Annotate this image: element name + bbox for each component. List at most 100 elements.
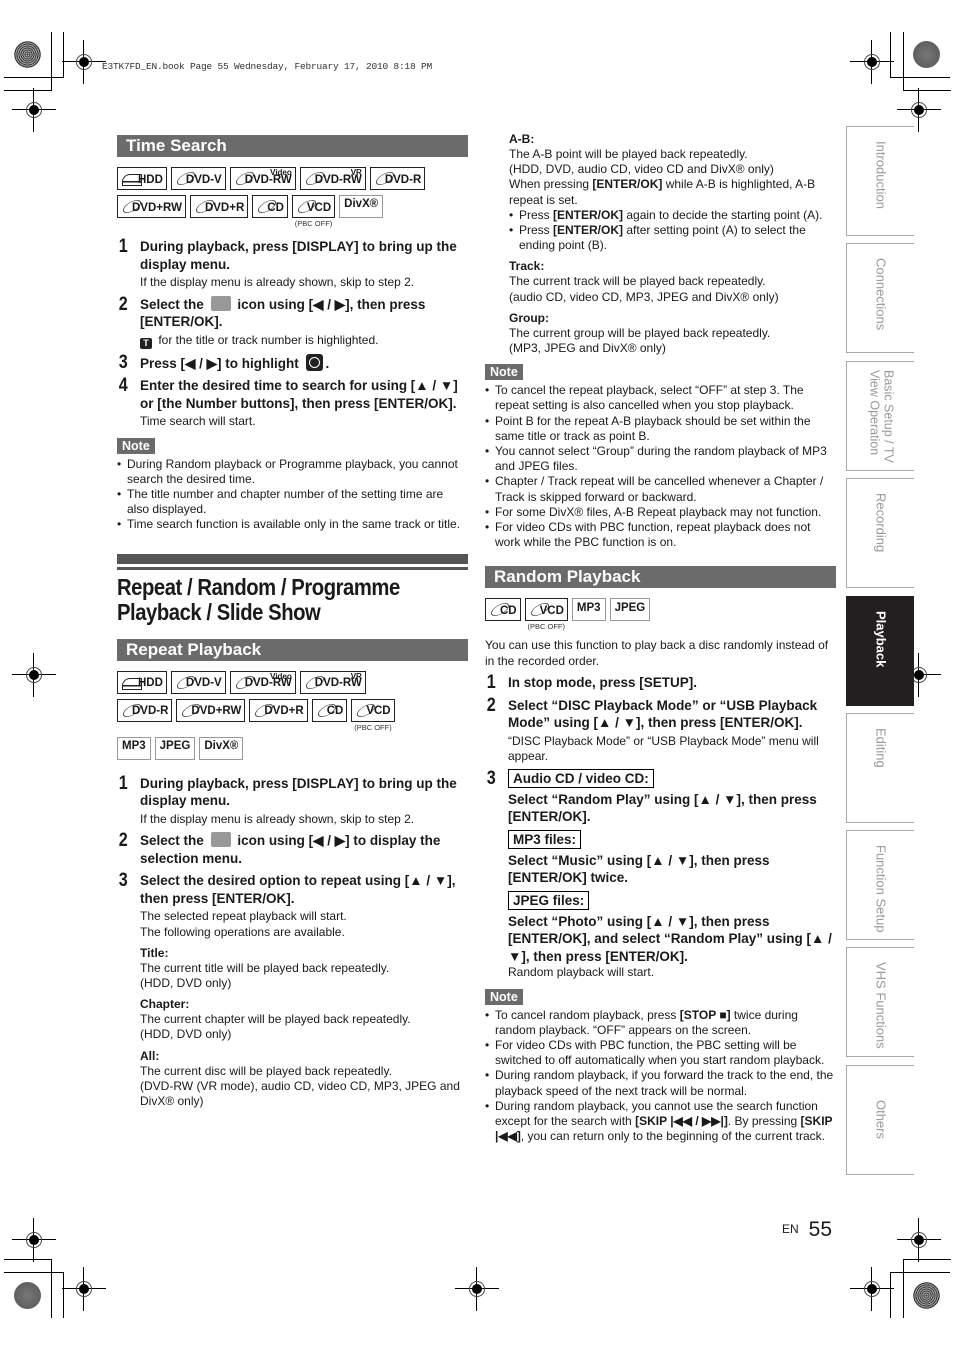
- intro-text: You can use this function to play back a…: [485, 638, 829, 668]
- side-tab-label: Introduction: [873, 141, 889, 209]
- side-tab-label: Editing: [873, 728, 889, 768]
- media-badge-label: VCD: [366, 705, 391, 718]
- media-badge-mp3: MP3: [117, 736, 151, 760]
- side-tab-label: Playback: [873, 611, 889, 668]
- media-badge-label: DVD+R: [264, 705, 304, 718]
- step-number: 2: [486, 694, 496, 716]
- media-badge-label: CD: [500, 604, 517, 617]
- note-list: To cancel random playback, press [STOP ■…: [485, 1008, 836, 1145]
- clock-icon: [305, 353, 323, 371]
- media-badge-mode: Video: [270, 671, 292, 681]
- text: To cancel random playback, press: [495, 1007, 680, 1022]
- side-tab-others[interactable]: Others: [846, 1065, 914, 1175]
- media-badge-label: DivX®: [204, 739, 239, 752]
- language-code: EN: [782, 1222, 799, 1236]
- step-instruction: During playback, press [DISPLAY] to brin…: [140, 775, 457, 809]
- option-desc: The current track will be played back re…: [509, 274, 766, 289]
- right-column: A-B: The A-B point will be played back r…: [485, 132, 836, 1144]
- media-badge-label: CD: [267, 201, 284, 214]
- bullet-item: Press [ENTER/OK] again to decide the sta…: [509, 208, 836, 223]
- side-tab-playback[interactable]: Playback: [846, 596, 914, 706]
- media-badge-divx-: DivX®: [339, 195, 384, 218]
- media-badge-label: JPEG: [159, 739, 191, 752]
- crop-mark: [903, 32, 904, 91]
- option-desc: The current title will be played back re…: [140, 960, 390, 975]
- registration-mark-icon: [12, 1218, 56, 1262]
- media-badge-label: VCD: [306, 201, 332, 214]
- media-badge-wrap: CD: [311, 698, 348, 722]
- media-badge-wrap: VCD (PBC OFF): [351, 698, 395, 732]
- step-instruction: Enter the desired time to search for usi…: [140, 378, 458, 411]
- section-heading-time-search: Time Search: [117, 135, 468, 157]
- side-tab-label: Function Setup: [873, 845, 889, 933]
- step-number: 3: [118, 870, 128, 892]
- media-badge-wrap: DVD+RW: [117, 195, 186, 218]
- step-number: 1: [486, 671, 496, 693]
- step-number: 2: [118, 830, 128, 852]
- option-desc: (audio CD, video CD, MP3, JPEG and DivX®…: [509, 289, 779, 304]
- side-tab-vhs-functions[interactable]: VHS Functions: [846, 947, 914, 1057]
- option-desc: (HDD, DVD only): [140, 975, 232, 990]
- step-note: Time search will start.: [140, 414, 256, 428]
- text: again to decide the starting point (A).: [623, 207, 823, 222]
- step-text: Select the: [140, 833, 204, 849]
- repeat-options-continued: A-B: The A-B point will be played back r…: [485, 132, 836, 356]
- option-title: Title:: [140, 945, 169, 960]
- step-instruction: Select “DISC Playback Mode” or “USB Play…: [508, 697, 818, 731]
- media-badge-note: (PBC OFF): [294, 219, 333, 228]
- media-badge-jpeg: JPEG: [154, 736, 196, 760]
- media-badge-label: DVD+RW: [191, 705, 242, 718]
- side-tab-connections[interactable]: Connections: [846, 243, 914, 353]
- side-tab-recording[interactable]: Recording: [846, 478, 914, 588]
- registration-mark-icon: [62, 40, 106, 84]
- media-badge-label: JPEG: [614, 601, 646, 614]
- case-label: Audio CD / video CD:: [508, 768, 654, 788]
- media-badge-vcd: VCD: [291, 195, 336, 218]
- color-rosette-icon: [14, 1282, 41, 1309]
- media-badge-wrap: JPEG: [154, 736, 196, 760]
- media-badge-label: DVD-R: [132, 705, 169, 718]
- title-icon: T: [140, 337, 152, 349]
- key-label: [ENTER/OK]: [553, 223, 624, 238]
- media-badge-dvd+rw: DVD+RW: [176, 698, 246, 722]
- side-tab-basic-setup[interactable]: Basic Setup / TV View Operation: [846, 361, 914, 471]
- side-tab-introduction[interactable]: Introduction: [846, 126, 914, 236]
- media-badge-dvd-v: DVD-V: [170, 670, 226, 694]
- note-item: For some DivX® files, A-B Repeat playbac…: [485, 505, 836, 520]
- side-tab-label: Basic Setup / TV View Operation: [867, 370, 896, 463]
- media-badge-wrap: DivX®: [339, 195, 384, 218]
- media-badge-cd: CD: [311, 698, 348, 722]
- option-desc: (MP3, JPEG and DivX® only): [509, 341, 666, 356]
- media-badge-label: DVD+RW: [132, 201, 182, 214]
- note-item: During random playback, you cannot use t…: [485, 1099, 836, 1145]
- registration-mark-icon: [455, 1267, 499, 1311]
- step-instruction: Select the desired option to repeat usin…: [140, 873, 456, 906]
- title-rule: [117, 553, 468, 564]
- media-badge-wrap: VCD (PBC OFF): [524, 598, 568, 631]
- media-badge-wrap: DVD-RW Video: [229, 167, 296, 190]
- step-2: 2 Select “DISC Playback Mode” or “USB Pl…: [485, 694, 836, 765]
- side-tab-label: Others: [873, 1100, 889, 1140]
- registration-mark-icon: [850, 1267, 894, 1311]
- media-badges: DVD+RW DVD+R CD VCD (PBC OFF) DivX®: [117, 195, 468, 233]
- ab-bullets: Press [ENTER/OK] again to decide the sta…: [509, 208, 836, 254]
- media-badge-wrap: JPEG: [609, 598, 651, 622]
- text: When pressing: [509, 177, 593, 192]
- registration-mark-icon: [897, 1218, 941, 1262]
- note-list: To cancel the repeat playback, select “O…: [485, 383, 836, 550]
- option-title: Track:: [509, 259, 545, 274]
- note-item: The title number and chapter number of t…: [117, 487, 468, 517]
- media-badge-vcd: VCD: [351, 698, 395, 722]
- media-badge-wrap: DVD-RW VR: [299, 670, 366, 694]
- media-badge-label: VCD: [539, 604, 564, 617]
- step-instruction: Select “Random Play” using [▲ / ▼], then…: [508, 791, 817, 825]
- step-instruction: Select the icon using [◀ / ▶] to display…: [140, 832, 468, 867]
- side-tab-editing[interactable]: Editing: [846, 713, 914, 823]
- option-desc: The current group will be played back re…: [509, 325, 771, 340]
- step-number: 3: [118, 351, 128, 373]
- media-badge-wrap: HDD: [117, 670, 167, 694]
- note-item: To cancel the repeat playback, select “O…: [485, 383, 836, 413]
- step-1: 1 In stop mode, press [SETUP].: [485, 671, 836, 693]
- side-tab-label: Connections: [873, 258, 889, 331]
- side-tab-function-setup[interactable]: Function Setup: [846, 830, 914, 940]
